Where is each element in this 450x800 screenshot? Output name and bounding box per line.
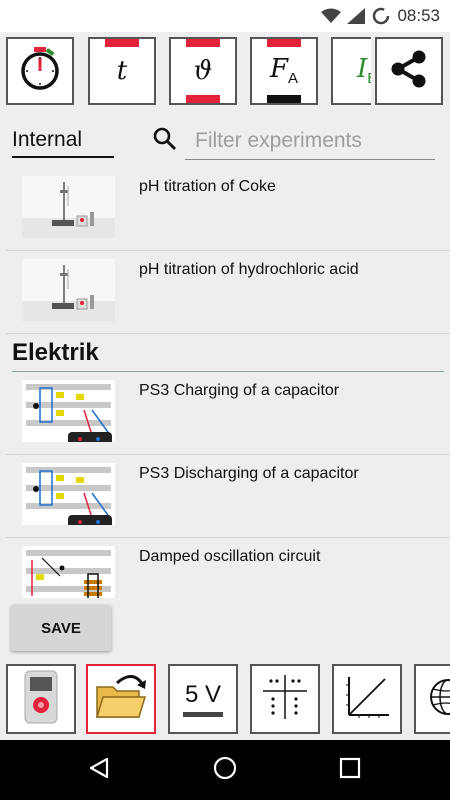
stopwatch-icon bbox=[17, 46, 63, 97]
experiment-list[interactable]: pH titration of Coke pH titration of hyd… bbox=[0, 168, 450, 598]
experiment-thumbnail bbox=[22, 463, 115, 525]
status-bar: 08:53 bbox=[0, 0, 450, 32]
recents-button[interactable] bbox=[335, 755, 365, 785]
sensor-indicator-top bbox=[105, 39, 139, 47]
list-item[interactable]: pH titration of Coke bbox=[6, 168, 450, 251]
voltage-label: 5 V bbox=[184, 681, 222, 708]
list-item[interactable]: PS3 Charging of a capacitor bbox=[6, 372, 450, 455]
experiment-thumbnail bbox=[22, 176, 115, 238]
recents-icon bbox=[339, 757, 361, 784]
open-experiment-button[interactable] bbox=[86, 664, 156, 734]
time-tool-button[interactable]: t bbox=[88, 37, 156, 105]
graph-button[interactable] bbox=[332, 664, 402, 734]
table-icon bbox=[261, 673, 309, 726]
voltage-button[interactable]: 5 V bbox=[168, 664, 238, 734]
section-title: Elektrik bbox=[12, 339, 99, 366]
experiment-title: pH titration of hydrochloric acid bbox=[139, 261, 359, 278]
section-header: Elektrik bbox=[12, 334, 444, 372]
share-icon bbox=[389, 49, 429, 94]
list-item[interactable]: PS3 Discharging of a capacitor bbox=[6, 455, 450, 538]
back-icon bbox=[87, 756, 111, 785]
home-icon bbox=[212, 755, 238, 786]
bottom-toolbar: 5 V bbox=[0, 662, 450, 740]
current-symbol: IB bbox=[357, 54, 371, 87]
force-tool-button[interactable]: FA bbox=[250, 37, 318, 105]
filter-input[interactable] bbox=[185, 122, 435, 160]
voltage-display: 5 V bbox=[183, 681, 223, 717]
back-button[interactable] bbox=[84, 755, 114, 785]
graph-icon bbox=[343, 673, 391, 726]
experiment-title: PS3 Charging of a capacitor bbox=[139, 382, 340, 399]
temperature-tool-button[interactable]: ϑ bbox=[169, 37, 237, 105]
current-tool-button[interactable]: IB bbox=[331, 37, 371, 105]
top-toolbar: t ϑ FA IB bbox=[0, 32, 450, 112]
filter-row: Internal bbox=[0, 118, 450, 168]
experiment-thumbnail bbox=[22, 546, 115, 598]
sensor-indicator-top bbox=[186, 39, 220, 47]
source-selector[interactable]: Internal bbox=[12, 128, 114, 158]
table-button[interactable] bbox=[250, 664, 320, 734]
time-symbol: t bbox=[116, 56, 128, 86]
force-symbol: FA bbox=[269, 54, 299, 88]
status-time: 08:53 bbox=[397, 6, 440, 25]
battery-loading-icon bbox=[371, 6, 391, 26]
search-icon bbox=[152, 126, 178, 157]
temperature-symbol: ϑ bbox=[193, 56, 213, 86]
home-button[interactable] bbox=[210, 755, 240, 785]
save-button[interactable]: SAVE bbox=[11, 605, 111, 651]
open-folder-icon bbox=[93, 671, 149, 728]
stopwatch-tool-button[interactable] bbox=[6, 37, 74, 105]
experiment-thumbnail bbox=[22, 380, 115, 442]
experiment-title: pH titration of Coke bbox=[139, 178, 276, 195]
share-button[interactable] bbox=[375, 37, 443, 105]
list-item[interactable]: pH titration of hydrochloric acid bbox=[6, 251, 450, 334]
signal-icon bbox=[347, 8, 366, 24]
experiment-title: PS3 Discharging of a capacitor bbox=[139, 465, 359, 482]
navigation-bar bbox=[0, 740, 450, 800]
sensor-indicator-bottom bbox=[267, 95, 301, 103]
web-button[interactable] bbox=[414, 664, 450, 734]
sensor-indicator-top bbox=[267, 39, 301, 47]
device-button[interactable] bbox=[6, 664, 76, 734]
measuring-device-icon bbox=[21, 669, 61, 730]
wifi-icon bbox=[321, 8, 342, 24]
sensor-indicator-bottom bbox=[186, 95, 220, 103]
globe-icon bbox=[426, 677, 450, 722]
voltage-bar bbox=[183, 712, 223, 717]
experiment-title: Damped oscillation circuit bbox=[139, 548, 321, 565]
list-item[interactable]: Damped oscillation circuit bbox=[6, 538, 450, 598]
experiment-thumbnail bbox=[22, 259, 115, 321]
